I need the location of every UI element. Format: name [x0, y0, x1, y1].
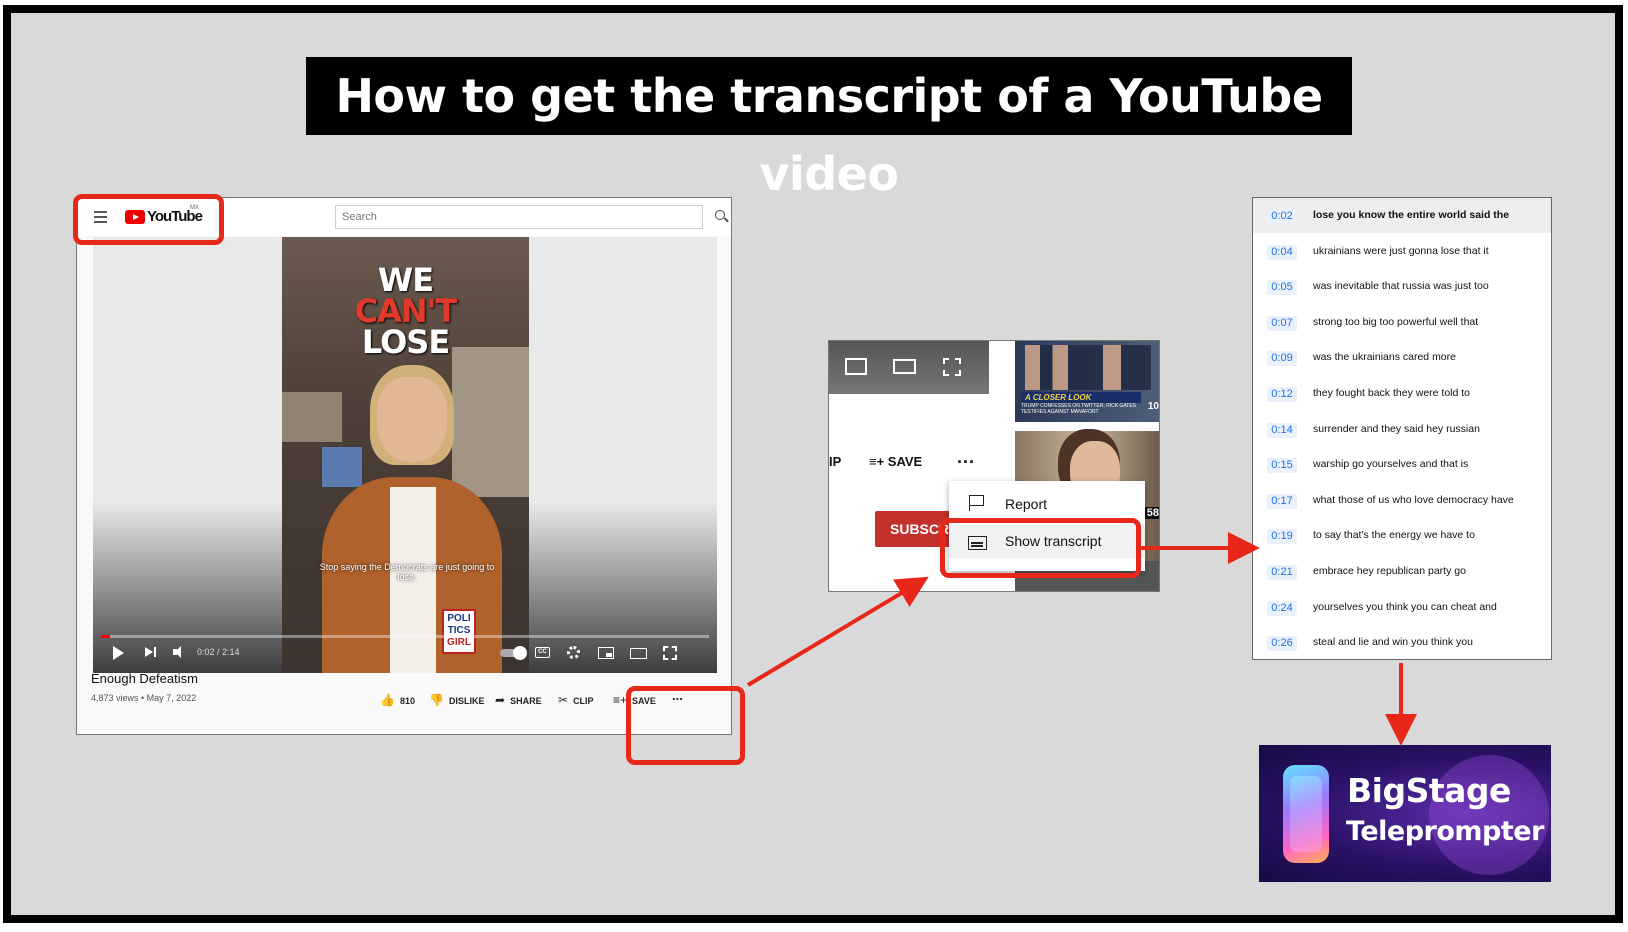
- transcript-timestamp[interactable]: 0:02: [1267, 209, 1297, 224]
- video-background-wall: [452, 347, 529, 497]
- video-background-map: [322, 447, 362, 487]
- thumbnail-duration: 10: [1147, 401, 1159, 412]
- logo-text-teleprompter: Teleprompter: [1346, 816, 1544, 847]
- transcript-text: embrace hey republican party go: [1313, 565, 1466, 577]
- thumbnail-subtitle: TRUMP CONFESSES ON TWITTER; RICK GATES T…: [1021, 403, 1137, 415]
- transcript-timestamp[interactable]: 0:09: [1267, 351, 1297, 367]
- highlight-show-transcript: [940, 518, 1141, 578]
- transcript-row[interactable]: 0:26 steal and lie and win you think you: [1253, 625, 1551, 659]
- next-icon[interactable]: [145, 642, 159, 664]
- playlist-add-icon: ≡+: [869, 454, 888, 469]
- video-caption: Stop saying the Democrats are just going…: [319, 562, 495, 582]
- fullscreen-icon[interactable]: [943, 358, 961, 376]
- transcript-text: steal and lie and win you think you: [1313, 636, 1473, 649]
- transcript-text: they fought back they were told to: [1313, 387, 1471, 399]
- transcript-text: was inevitable that russia was just too: [1313, 280, 1489, 293]
- bigstage-teleprompter-logo: BigStage Teleprompter: [1259, 745, 1551, 882]
- transcript-row[interactable]: 0:24 yourselves you think you can cheat a…: [1253, 590, 1551, 625]
- transcript-text: to say that's the energy we have to: [1313, 529, 1475, 542]
- transcript-text: strong too big too powerful well that: [1313, 315, 1479, 328]
- thumbnail-duration: 58: [1144, 507, 1159, 519]
- transcript-row[interactable]: 0:21 embrace hey republican party go: [1253, 554, 1551, 589]
- video-background-shelf: [282, 392, 342, 442]
- transcript-row[interactable]: 0:05 was inevitable that russia was just …: [1253, 269, 1551, 304]
- transcript-timestamp[interactable]: 0:26: [1267, 636, 1297, 652]
- video-player[interactable]: WE CAN'T LOSE Stop saying the Democrats …: [93, 237, 717, 673]
- thumbs-up-icon: 👍: [380, 693, 395, 707]
- settings-gear-icon[interactable]: [567, 646, 580, 659]
- thumbs-down-icon: 👎: [429, 693, 444, 707]
- transcript-row[interactable]: 0:15 warship go yourselves and that is: [1253, 447, 1551, 482]
- scissors-icon: ✂: [558, 693, 569, 707]
- video-frame[interactable]: WE CAN'T LOSE Stop saying the Democrats …: [282, 237, 529, 673]
- search-input[interactable]: Search: [335, 205, 703, 229]
- like-button[interactable]: 👍 810: [380, 693, 415, 707]
- highlight-more-button: [626, 686, 745, 765]
- fullscreen-icon[interactable]: [663, 646, 677, 660]
- transcript-timestamp[interactable]: 0:15: [1267, 458, 1297, 474]
- share-button[interactable]: ➦ SHARE: [495, 693, 542, 707]
- search-icon[interactable]: [715, 210, 725, 220]
- thumbnail-banner: A CLOSER LOOK: [1021, 392, 1141, 403]
- autoplay-toggle[interactable]: [500, 646, 527, 660]
- miniplayer-icon[interactable]: [845, 358, 867, 375]
- play-icon[interactable]: [113, 642, 125, 664]
- report-menu-item[interactable]: Report: [949, 487, 1145, 521]
- slide-title: How to get the transcript of a YouTube v…: [306, 57, 1352, 201]
- presenter-face: [377, 377, 447, 462]
- transcript-row[interactable]: 0:14 surrender and they said hey russian: [1253, 412, 1551, 447]
- youtube-window: YouTube MX Search WE CAN'T LOSE Stop say…: [76, 197, 732, 735]
- transcript-row[interactable]: 0:17 what those of us who love democracy …: [1253, 483, 1551, 518]
- flag-icon: [969, 495, 984, 511]
- transcript-row[interactable]: 0:04 ukrainians were just gonna lose that…: [1253, 234, 1551, 269]
- transcript-row[interactable]: 0:19 to say that's the energy we have to: [1253, 518, 1551, 553]
- dislike-button[interactable]: 👎 DISLIKE: [429, 693, 484, 707]
- transcript-text: warship go yourselves and that is: [1313, 458, 1469, 471]
- transcript-row[interactable]: 0:02 lose you know the entire world said …: [1253, 198, 1551, 233]
- ticket-icon: [1283, 765, 1329, 863]
- transcript-timestamp[interactable]: 0:07: [1267, 315, 1297, 331]
- thumbnail-people: [1025, 345, 1151, 390]
- transcript-text: was the ukrainians cared more: [1313, 351, 1456, 364]
- transcript-row[interactable]: 0:12 they fought back they were told to: [1253, 376, 1551, 411]
- transcript-timestamp[interactable]: 0:19: [1267, 529, 1297, 545]
- transcript-text: ukrainians were just gonna lose that it: [1313, 244, 1489, 257]
- transcript-timestamp[interactable]: 0:21: [1267, 565, 1297, 580]
- playlist-add-icon: ≡+: [613, 693, 628, 707]
- clip-button[interactable]: ✂ CLIP: [558, 693, 594, 707]
- transcript-timestamp[interactable]: 0:17: [1267, 493, 1297, 509]
- volume-icon[interactable]: [173, 642, 189, 664]
- captions-icon[interactable]: CC: [535, 647, 550, 658]
- more-actions-button[interactable]: ...: [957, 447, 975, 468]
- transcript-text: surrender and they said hey russian: [1313, 422, 1480, 435]
- transcript-timestamp[interactable]: 0:14: [1267, 422, 1297, 438]
- video-title: Enough Defeatism: [91, 671, 198, 686]
- transcript-timestamp[interactable]: 0:12: [1267, 387, 1297, 402]
- transcript-text: lose you know the entire world said the: [1313, 209, 1510, 221]
- clip-button[interactable]: IP: [829, 454, 841, 469]
- miniplayer-icon[interactable]: [598, 647, 614, 659]
- save-button[interactable]: ≡+ SAVE: [869, 454, 922, 469]
- time-display: 0:02 / 2:14: [197, 647, 240, 657]
- transcript-panel: 0:02 lose you know the entire world said …: [1252, 197, 1552, 660]
- share-icon: ➦: [495, 693, 506, 707]
- video-meta: 4,873 views • May 7, 2022: [91, 693, 197, 703]
- theater-mode-icon[interactable]: [630, 648, 647, 659]
- transcript-text: what those of us who love democracy have: [1313, 493, 1514, 506]
- progress-bar[interactable]: [101, 635, 709, 638]
- snippet-player-controls: [829, 341, 989, 394]
- transcript-text: yourselves you think you can cheat and: [1313, 600, 1497, 613]
- politics-girl-badge: POLI TICS GIRL: [442, 609, 476, 654]
- progress-fill: [101, 635, 111, 638]
- highlight-youtube-logo: [73, 194, 224, 245]
- transcript-timestamp[interactable]: 0:24: [1267, 600, 1297, 616]
- transcript-timestamp[interactable]: 0:05: [1267, 280, 1297, 296]
- logo-text-bigstage: BigStage: [1347, 771, 1511, 810]
- transcript-timestamp[interactable]: 0:04: [1267, 244, 1297, 260]
- video-headline: WE CAN'T LOSE: [354, 261, 458, 361]
- recommended-thumbnail-1[interactable]: A CLOSER LOOK TRUMP CONFESSES ON TWITTER…: [1015, 341, 1159, 422]
- theater-mode-icon[interactable]: [893, 359, 916, 374]
- transcript-row[interactable]: 0:07 strong too big too powerful well tha…: [1253, 305, 1551, 340]
- transcript-row[interactable]: 0:09 was the ukrainians cared more: [1253, 340, 1551, 375]
